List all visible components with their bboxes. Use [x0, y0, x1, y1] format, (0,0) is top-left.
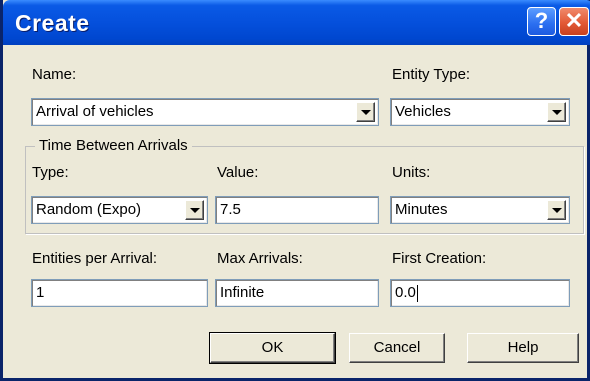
- value-label: Value:: [217, 164, 259, 181]
- name-dropdown-button[interactable]: [356, 102, 375, 122]
- first-creation-input[interactable]: 0.0: [390, 279, 570, 307]
- units-value: Minutes: [395, 201, 448, 218]
- value-text: 7.5: [220, 201, 241, 218]
- value-input[interactable]: 7.5: [215, 196, 379, 224]
- create-dialog: Create ? ✕ Name: Arrival of vehicles Ent…: [0, 0, 590, 381]
- type-dropdown-button[interactable]: [185, 200, 204, 220]
- entity-type-combobox[interactable]: Vehicles: [390, 98, 570, 126]
- units-dropdown-button[interactable]: [547, 200, 566, 220]
- first-creation-value: 0.0: [395, 284, 416, 301]
- units-label: Units:: [392, 164, 431, 181]
- name-combobox[interactable]: Arrival of vehicles: [31, 98, 379, 126]
- name-label: Name:: [32, 66, 77, 83]
- first-creation-label: First Creation:: [392, 250, 487, 267]
- title-bar[interactable]: Create ? ✕: [3, 0, 590, 45]
- max-arrivals-value: Infinite: [220, 284, 265, 301]
- type-value: Random (Expo): [36, 201, 142, 218]
- time-between-arrivals-title: Time Between Arrivals: [35, 137, 192, 154]
- help-button[interactable]: Help: [467, 333, 579, 363]
- chevron-down-icon: [552, 208, 562, 213]
- chevron-down-icon: [552, 110, 562, 115]
- help-title-button[interactable]: ?: [527, 7, 556, 36]
- close-icon: ✕: [564, 8, 584, 33]
- type-combobox[interactable]: Random (Expo): [31, 196, 208, 224]
- close-title-button[interactable]: ✕: [559, 7, 589, 36]
- entity-type-value: Vehicles: [395, 103, 451, 120]
- max-arrivals-input[interactable]: Infinite: [215, 279, 379, 307]
- text-caret: [416, 284, 418, 302]
- cancel-button[interactable]: Cancel: [349, 333, 445, 363]
- name-value: Arrival of vehicles: [36, 103, 154, 120]
- chevron-down-icon: [361, 110, 371, 115]
- entity-type-dropdown-button[interactable]: [547, 102, 566, 122]
- ok-button[interactable]: OK: [209, 332, 336, 364]
- max-arrivals-label: Max Arrivals:: [217, 250, 303, 267]
- entities-per-arrival-value: 1: [36, 284, 45, 301]
- type-label: Type:: [32, 164, 69, 181]
- entities-per-arrival-label: Entities per Arrival:: [32, 250, 158, 267]
- units-combobox[interactable]: Minutes: [390, 196, 570, 224]
- entities-per-arrival-input[interactable]: 1: [31, 279, 208, 307]
- chevron-down-icon: [190, 208, 200, 213]
- entity-type-label: Entity Type:: [392, 66, 471, 83]
- question-mark-icon: ?: [534, 8, 549, 33]
- dialog-title: Create: [15, 10, 90, 36]
